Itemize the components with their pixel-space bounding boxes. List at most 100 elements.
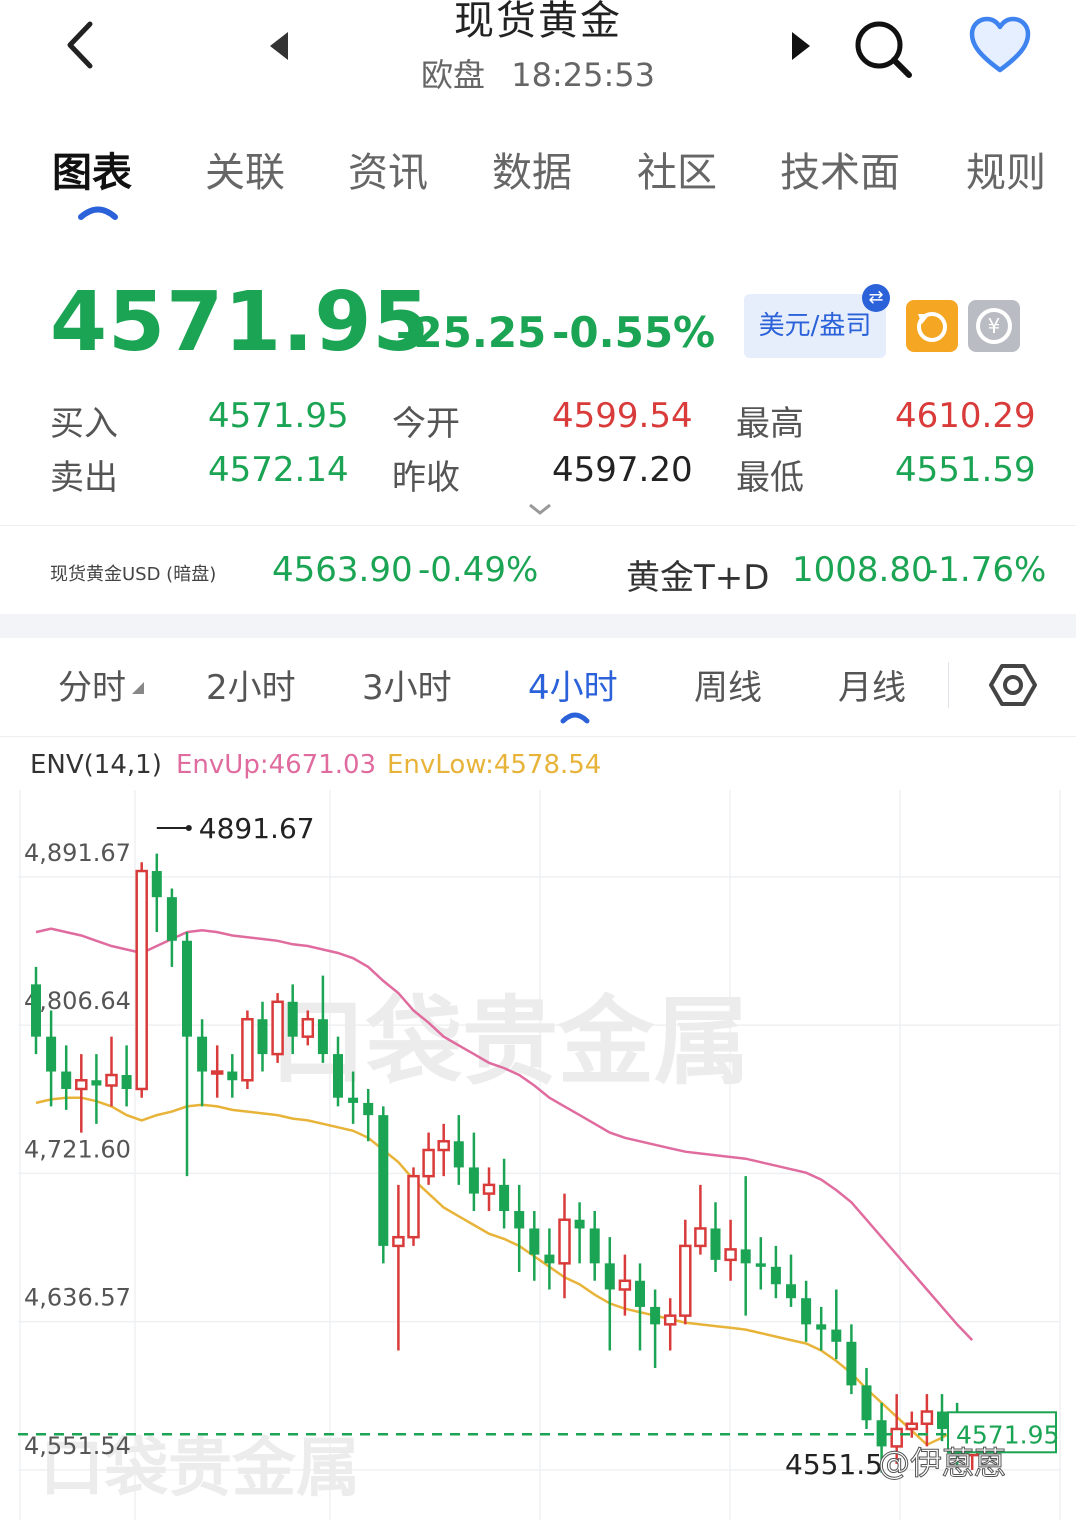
replay-button[interactable] — [906, 300, 958, 352]
candlestick-chart[interactable]: 口袋贵金属 口袋贵金属 4,891.674,806.644,721.604,63… — [0, 790, 1076, 1520]
y-tick-label: 4,721.60 — [24, 1135, 131, 1163]
exchange-yen-icon: ¥ — [976, 308, 1012, 344]
candle-body — [846, 1341, 857, 1386]
open-value: 4599.54 — [552, 396, 693, 436]
period-tab-week[interactable]: 周线 — [694, 660, 762, 709]
candle-body — [694, 1227, 707, 1248]
y-tick-label: 4,551.54 — [24, 1432, 131, 1460]
divider — [948, 662, 949, 708]
period-tab-minute[interactable]: 分时 — [58, 660, 126, 709]
indicator-env-up: EnvUp:4671.03 — [176, 750, 377, 780]
active-tab-indicator-icon — [78, 206, 118, 220]
candles — [31, 853, 979, 1473]
ref-right-pct: -1.76% — [926, 550, 1047, 590]
favorite-heart-icon[interactable] — [968, 16, 1032, 76]
ref-left-name: 现货黄金USD (暗盘) — [50, 564, 217, 585]
tab-data[interactable]: 数据 — [492, 140, 572, 198]
ask-value: 4572.14 — [208, 450, 349, 490]
ref-right-price: 1008.80 — [792, 550, 933, 590]
ref-left-pct: -0.49% — [418, 550, 539, 590]
candle-body — [937, 1411, 947, 1429]
price-change-pct: -0.55% — [552, 308, 716, 357]
tab-related[interactable]: 关联 — [205, 140, 285, 198]
candle-body — [589, 1228, 600, 1264]
candle-body — [407, 1174, 420, 1239]
replay-icon — [917, 312, 947, 342]
open-label: 今开 — [392, 404, 460, 444]
candle-body — [558, 1218, 571, 1265]
candle-body — [241, 1017, 254, 1082]
candle-body — [770, 1266, 781, 1285]
candle-body — [31, 984, 41, 1037]
candle-body — [151, 871, 162, 898]
search-icon[interactable] — [852, 18, 914, 80]
expand-chevron-icon[interactable] — [528, 502, 552, 516]
env-low-line — [35, 1096, 973, 1447]
dropdown-corner-icon — [132, 682, 144, 694]
candle-body — [618, 1279, 632, 1291]
candle-body — [650, 1306, 661, 1325]
candle-body — [499, 1184, 510, 1212]
last-price: 4571.95 — [50, 275, 431, 370]
tab-rules[interactable]: 规则 — [966, 140, 1046, 198]
price-change: -25.25 — [396, 308, 547, 357]
candle-body — [740, 1249, 751, 1264]
candle-body — [514, 1211, 525, 1229]
credit-watermark: @伊蒽蒽 — [878, 1444, 1006, 1482]
candle-body — [348, 1097, 359, 1103]
candle-body — [166, 897, 177, 941]
chart-settings-icon[interactable] — [988, 660, 1038, 710]
high-value: 4610.29 — [895, 396, 1036, 436]
indicator-name[interactable]: ENV(14,1) — [30, 750, 162, 780]
candle-body — [468, 1167, 479, 1194]
session-label: 欧盘 — [421, 56, 486, 94]
candle-body — [724, 1248, 737, 1262]
tab-technical[interactable]: 技术面 — [780, 140, 900, 198]
tab-community[interactable]: 社区 — [637, 140, 717, 198]
period-tab-4h[interactable]: 4小时 — [528, 660, 618, 709]
ref-left-price: 4563.90 — [272, 550, 413, 590]
high-marker: 4891.67 — [156, 812, 315, 845]
candle-body — [453, 1141, 464, 1168]
candle-body — [920, 1410, 934, 1425]
candle-body — [61, 1071, 72, 1089]
candle-body — [544, 1254, 555, 1264]
candle-body — [135, 869, 148, 1091]
ref-right-name[interactable]: 黄金T+D — [626, 550, 769, 599]
bid-label: 买入 — [50, 404, 118, 444]
indicator-env-low: EnvLow:4578.54 — [387, 750, 602, 780]
candle-body — [91, 1080, 102, 1086]
swap-icon[interactable]: ⇄ — [862, 284, 890, 312]
period-tab-3h[interactable]: 3小时 — [362, 660, 452, 709]
candle-body — [679, 1244, 692, 1317]
candle-body — [182, 940, 192, 1037]
candle-body — [301, 1017, 315, 1038]
period-tab-2h[interactable]: 2小时 — [206, 660, 296, 709]
candle-body — [861, 1385, 872, 1421]
low-value: 4551.59 — [895, 450, 1036, 490]
y-tick-label: 4,891.67 — [24, 839, 131, 867]
candle-body — [392, 1235, 405, 1248]
candle-body — [422, 1148, 435, 1178]
candle-body — [755, 1263, 766, 1267]
low-label: 最低 — [736, 458, 804, 498]
tab-chart[interactable]: 图表 — [52, 140, 132, 198]
session-info: 欧盘 18:25:53 — [0, 50, 1076, 96]
candle-body — [333, 1054, 343, 1098]
candle-body — [46, 1036, 57, 1072]
prev-close-label: 昨收 — [392, 458, 460, 498]
candle-body — [287, 1001, 298, 1037]
candle-body — [482, 1183, 496, 1195]
low-marker-label: 4551.5 — [785, 1448, 883, 1481]
high-marker-label: 4891.67 — [199, 812, 315, 845]
period-tab-month[interactable]: 月线 — [838, 660, 906, 709]
exchange-button[interactable]: ¥ — [968, 300, 1020, 352]
candle-body — [831, 1329, 842, 1342]
session-time: 18:25:53 — [511, 56, 655, 94]
next-instrument-icon[interactable] — [788, 30, 812, 62]
candle-body — [437, 1140, 450, 1152]
tab-news[interactable]: 资讯 — [348, 140, 428, 198]
ask-label: 卖出 — [50, 458, 118, 498]
candle-body — [905, 1422, 919, 1431]
active-period-indicator-icon — [560, 712, 590, 724]
